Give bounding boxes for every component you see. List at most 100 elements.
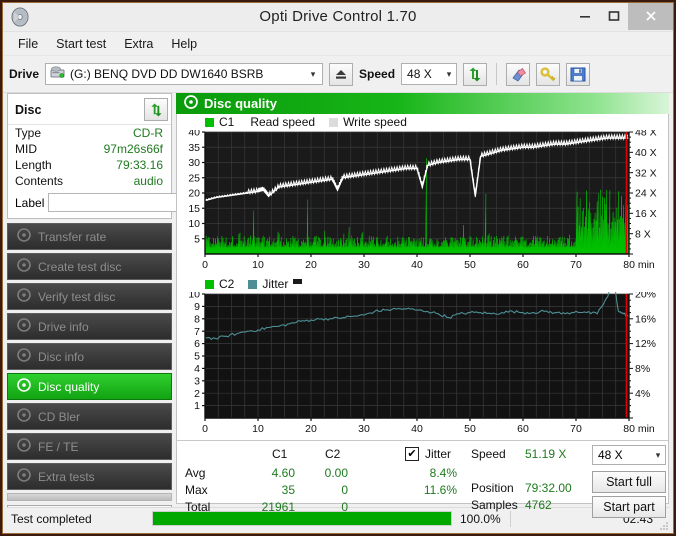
disc-row-mid: MID 97m26s66f <box>8 141 171 157</box>
disc-test-icon <box>17 348 31 365</box>
drive-value: (G:) BENQ DVD DD DW1640 BSRB <box>70 67 264 81</box>
disc-row-contents: Contents audio <box>8 173 171 189</box>
sidebar-spacer <box>7 493 172 501</box>
sidebar-item-label: Transfer rate <box>38 229 107 244</box>
drive-select[interactable]: (G:) BENQ DVD DD DW1640 BSRB ▾ <box>45 63 324 85</box>
eject-button[interactable] <box>329 62 354 86</box>
jitter-toggle-group[interactable]: ✔ Jitter <box>405 447 451 461</box>
maximize-button[interactable] <box>599 3 628 30</box>
svg-text:7: 7 <box>194 326 200 338</box>
refresh-button[interactable] <box>463 62 488 86</box>
bottom-chart: C2 Jitter 1 2 3 4 5 6 7 8 9 10 4% 8% 12% 16% 20% 0 10 20 3… <box>177 274 668 440</box>
chevron-down-icon[interactable]: ▾ <box>651 450 665 461</box>
sidebar-item-transfer-rate[interactable]: Transfer rate <box>7 223 172 250</box>
position-label: Position <box>471 481 514 495</box>
right-content: Disc quality C1 Read speed Write speed 5… <box>176 93 669 518</box>
sidebar-item-label: Verify test disc <box>38 289 116 304</box>
svg-text:4: 4 <box>194 363 200 375</box>
sidebar-item-create-test-disc[interactable]: Create test disc <box>7 253 172 280</box>
bottom-chart-legend: C2 Jitter <box>177 276 668 292</box>
sidebar-item-extra-tests[interactable]: Extra tests <box>7 463 172 490</box>
sidebar-item-label: Extra tests <box>38 469 95 484</box>
svg-text:20: 20 <box>188 188 200 200</box>
legend-swatch-write-speed <box>329 117 339 127</box>
disc-refresh-button[interactable] <box>144 98 168 121</box>
disc-value: CD-R <box>133 126 163 140</box>
svg-text:0: 0 <box>202 259 208 271</box>
menu-file[interactable]: File <box>9 35 47 53</box>
chevron-down-icon[interactable]: ▾ <box>442 69 456 80</box>
svg-text:40: 40 <box>411 423 423 435</box>
start-full-button[interactable]: Start full <box>592 471 666 493</box>
legend-swatch-c2 <box>205 279 214 289</box>
disc-panel-title: Disc <box>15 102 42 117</box>
svg-text:16 X: 16 X <box>635 208 657 220</box>
test-speed-select[interactable]: 48 X ▾ <box>592 445 666 465</box>
disc-value: 97m26s66f <box>103 142 163 156</box>
sidebar-item-verify-test-disc[interactable]: Verify test disc <box>7 283 172 310</box>
stats-avg-c1: 4.60 <box>271 466 295 480</box>
legend-label-c1: C1 <box>219 115 235 129</box>
legend-label-jitter: Jitter <box>262 277 289 291</box>
svg-text:25: 25 <box>188 172 200 184</box>
save-button[interactable] <box>566 62 591 86</box>
samples-value: 4762 <box>525 498 552 512</box>
sidebar-item-label: FE / TE <box>38 439 79 454</box>
top-chart-legend: C1 Read speed Write speed <box>177 114 668 130</box>
sidebar-item-label: Disc quality <box>38 379 100 394</box>
drive-label: Drive <box>9 67 40 81</box>
disc-test-icon <box>17 258 31 275</box>
sidebar-item-drive-info[interactable]: Drive info <box>7 313 172 340</box>
stats-row-label-max: Max <box>185 483 208 497</box>
disc-test-icon <box>17 378 31 395</box>
disc-row-type: Type CD-R <box>8 125 171 141</box>
svg-text:80 min: 80 min <box>623 259 655 271</box>
svg-text:70: 70 <box>570 259 582 271</box>
svg-text:4%: 4% <box>635 388 650 400</box>
svg-text:9: 9 <box>194 301 200 313</box>
sidebar-item-label: Drive info <box>38 319 89 334</box>
left-sidebar: Disc Type CD-R MID 97m26s66f Length 79:3… <box>7 93 254 521</box>
svg-text:70: 70 <box>570 423 582 435</box>
svg-text:10: 10 <box>252 423 264 435</box>
menu-start-test[interactable]: Start test <box>47 35 115 53</box>
drive-icon <box>50 65 65 83</box>
disc-label-caption: Label <box>15 195 45 210</box>
speed-select[interactable]: 48 X ▾ <box>401 63 458 85</box>
resize-grip[interactable] <box>659 520 669 530</box>
minimize-button[interactable] <box>570 3 599 30</box>
svg-text:60: 60 <box>517 423 529 435</box>
erase-button[interactable] <box>506 62 531 86</box>
jitter-checkbox[interactable]: ✔ <box>405 447 419 461</box>
disc-test-icon <box>17 468 31 485</box>
menu-help[interactable]: Help <box>162 35 206 53</box>
chevron-down-icon[interactable]: ▾ <box>306 69 320 80</box>
stats-avg-jitter: 8.4% <box>429 466 457 480</box>
disc-test-icon <box>17 318 31 335</box>
main-body: Disc Type CD-R MID 97m26s66f Length 79:3… <box>3 93 673 521</box>
disc-quality-header: Disc quality <box>176 93 669 114</box>
key-button[interactable] <box>536 62 561 86</box>
close-button[interactable] <box>628 2 673 30</box>
stats-col-jitter: Jitter <box>425 447 452 461</box>
sidebar-item-label: Create test disc <box>38 259 122 274</box>
svg-text:8%: 8% <box>635 363 650 375</box>
svg-text:80 min: 80 min <box>623 423 655 435</box>
sidebar-item-fe-te[interactable]: FE / TE <box>7 433 172 460</box>
svg-text:40 X: 40 X <box>635 147 657 159</box>
page-title: Disc quality <box>204 96 277 111</box>
legend-label-read-speed: Read speed <box>250 115 316 129</box>
start-part-button[interactable]: Start part <box>592 496 666 518</box>
disc-row-length: Length 79:33.16 <box>8 157 171 173</box>
sidebar-item-disc-quality[interactable]: Disc quality <box>7 373 172 400</box>
refresh-icon <box>469 67 481 81</box>
sidebar-item-cd-bler[interactable]: CD Bler <box>7 403 172 430</box>
stats-avg-c2: 0.00 <box>324 466 348 480</box>
disc-value: 79:33.16 <box>116 158 163 172</box>
progress-bar <box>152 511 452 526</box>
disc-test-icon <box>17 408 31 425</box>
stats-max-c1: 35 <box>281 483 295 497</box>
menu-extra[interactable]: Extra <box>115 35 162 53</box>
svg-text:2: 2 <box>194 388 200 400</box>
sidebar-item-disc-info[interactable]: Disc info <box>7 343 172 370</box>
